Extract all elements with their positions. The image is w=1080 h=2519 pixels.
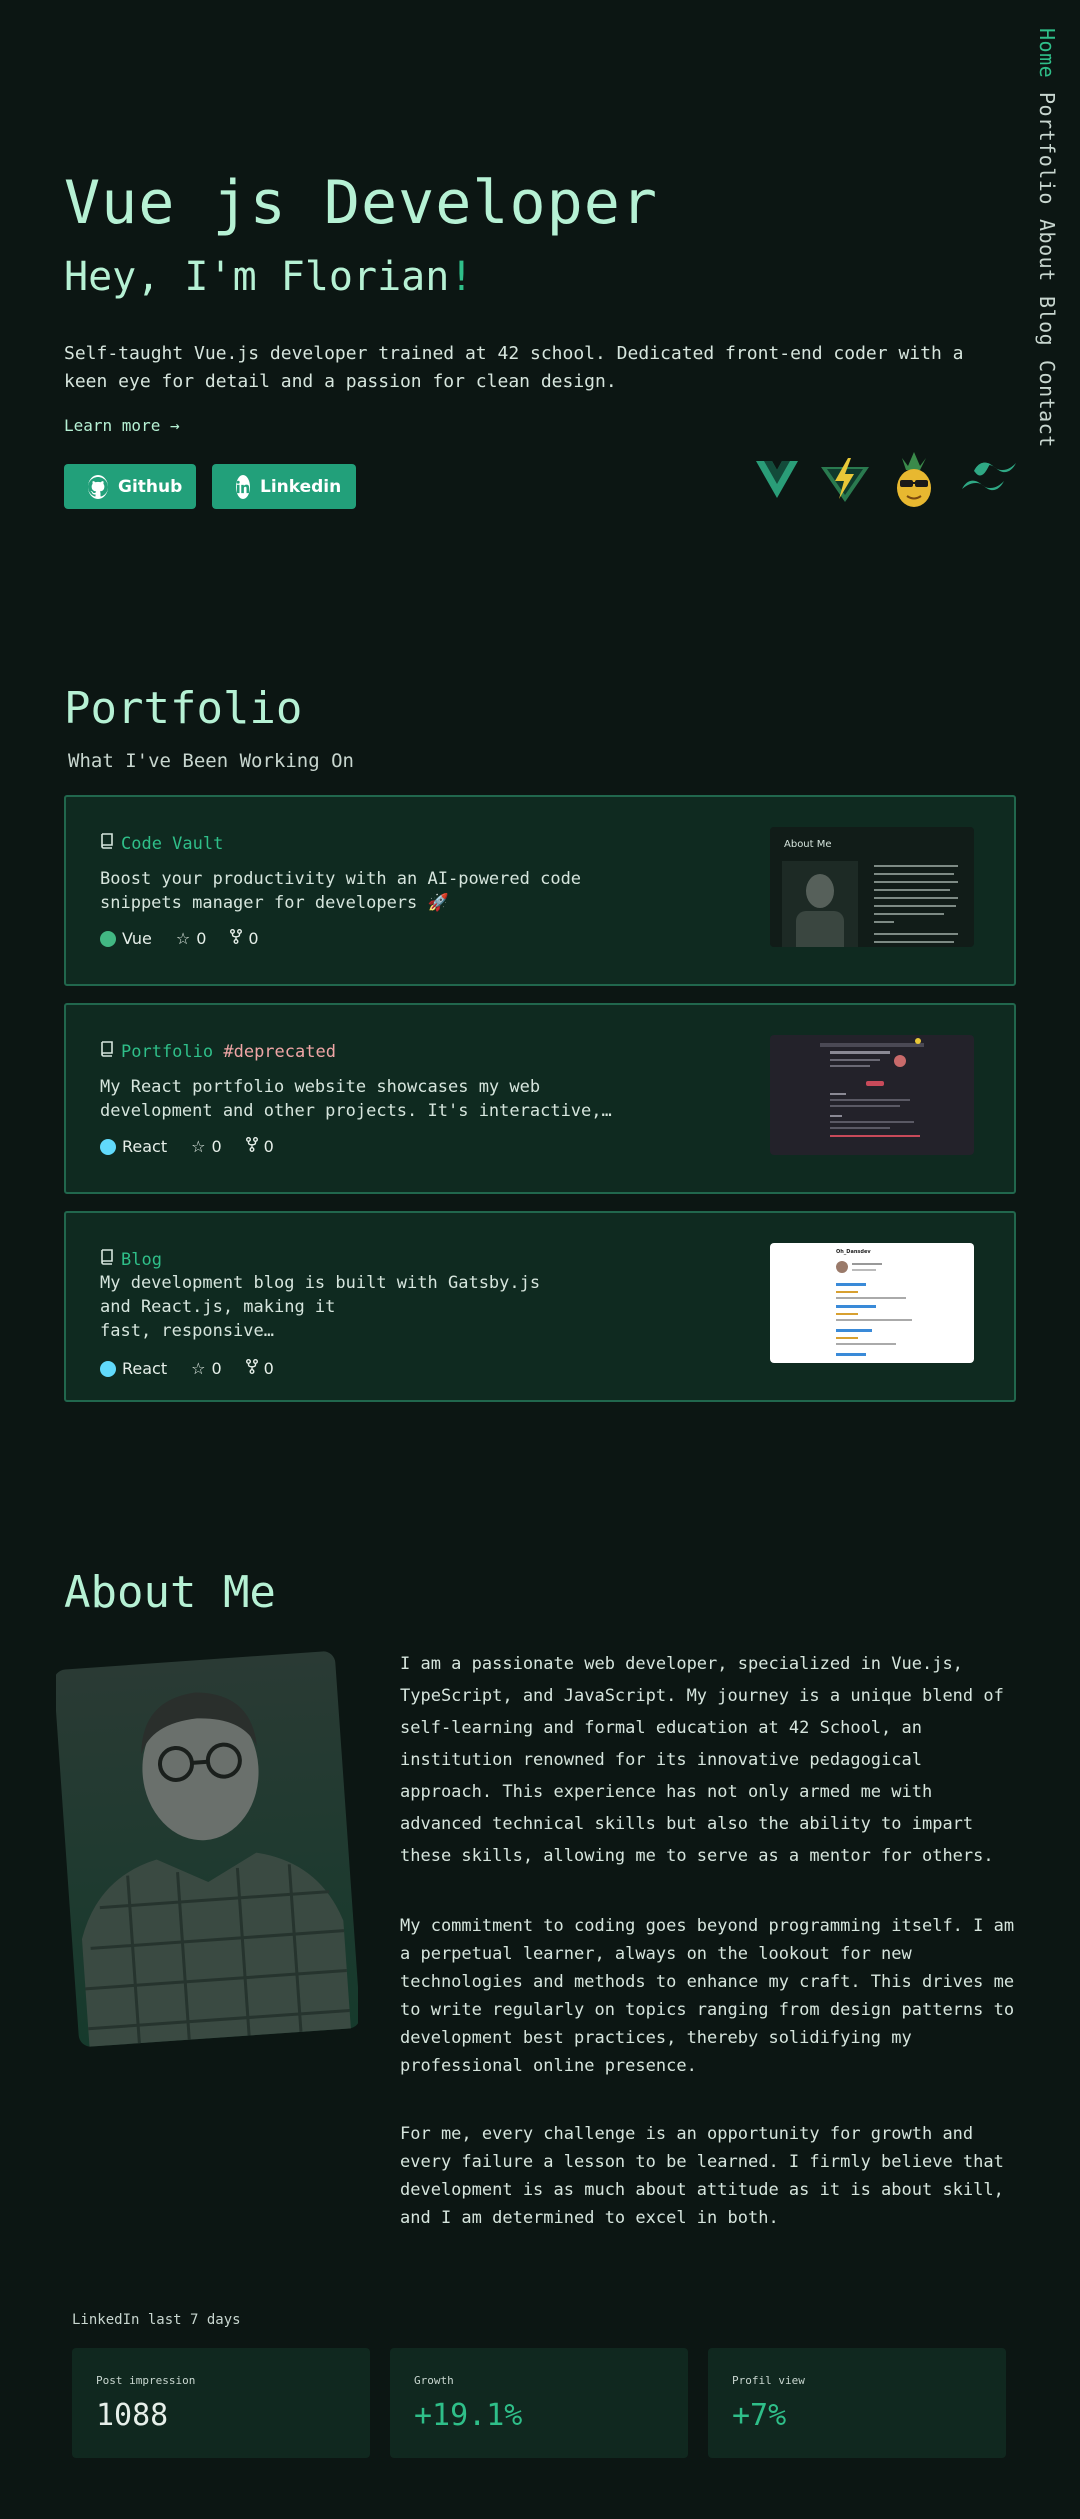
star-count: 0 [196, 929, 207, 948]
fork-count: 0 [263, 1137, 274, 1156]
nav-item-blog[interactable]: Blog [1035, 296, 1059, 346]
project-title[interactable]: Blog [100, 1249, 162, 1270]
project-card-portfolio[interactable]: Portfolio #deprecated My React portfolio… [64, 1003, 1016, 1194]
fork-icon [245, 1359, 258, 1378]
fork-count: 0 [248, 929, 259, 948]
deprecated-tag: #deprecated [223, 1041, 336, 1062]
project-title-text: Blog [121, 1249, 162, 1270]
github-icon [88, 474, 108, 499]
about-paragraph-3: For me, every challenge is an opportunit… [400, 2124, 1004, 2228]
linkedin-icon [236, 474, 250, 499]
stat-label: Growth [414, 2374, 454, 2387]
language-dot [100, 1138, 116, 1155]
vue-icon [756, 461, 798, 503]
project-description: My React portfolio website showcases my … [100, 1077, 612, 1121]
language-label: Vue [122, 929, 152, 948]
thumb-heading: Oh_Dansdev [836, 1249, 871, 1255]
project-title-text: Code Vault [121, 833, 224, 854]
hero-subtitle: Hey, I'm Florian! [64, 254, 473, 300]
portfolio-subtitle: What I've Been Working On [68, 750, 354, 772]
hero-title: Vue js Developer [64, 168, 658, 238]
star-icon: ☆ [191, 1359, 206, 1378]
stat-value: 1088 [96, 2398, 169, 2433]
linkedin-stats-label: LinkedIn last 7 days [72, 2312, 241, 2328]
github-button[interactable]: Github [64, 464, 196, 509]
stat-label: Post impression [96, 2374, 196, 2387]
profile-photo [53, 1650, 361, 2048]
vertical-nav: Home Portfolio About Blog Contact [1035, 28, 1059, 462]
linkedin-button[interactable]: Linkedin [212, 464, 356, 509]
github-button-label: Github [118, 476, 183, 497]
project-thumbnail: About Me [770, 827, 974, 947]
nav-item-about[interactable]: About [1035, 219, 1059, 282]
project-meta: Vue ☆ 0 0 [100, 929, 259, 948]
stat-card-profil-view: Profil view +7% [708, 2348, 1006, 2458]
nav-item-contact[interactable]: Contact [1035, 360, 1059, 448]
fork-count: 0 [263, 1359, 274, 1378]
star-count: 0 [211, 1137, 222, 1156]
star-icon: ☆ [175, 929, 191, 948]
about-title: About Me [64, 1567, 276, 1618]
project-title[interactable]: Portfolio #deprecated [100, 1041, 336, 1062]
star-icon: ☆ [191, 1137, 206, 1156]
hero-subtitle-text: Hey, I'm Florian [64, 254, 450, 300]
repo-icon [100, 833, 115, 854]
hero-subtitle-mark: ! [449, 254, 474, 300]
project-thumbnail: Oh_Dansdev [770, 1243, 974, 1363]
stat-label: Profil view [732, 2374, 805, 2387]
language-label: React [122, 1137, 168, 1156]
linkedin-button-label: Linkedin [260, 476, 342, 497]
star-count: 0 [211, 1359, 222, 1378]
portfolio-title: Portfolio [64, 683, 303, 734]
language-label: React [122, 1359, 168, 1378]
nav-item-portfolio[interactable]: Portfolio [1035, 92, 1059, 205]
stat-value: +19.1% [414, 2398, 523, 2433]
stat-value: +7% [732, 2398, 787, 2433]
stat-card-growth: Growth +19.1% [390, 2348, 688, 2458]
repo-icon [100, 1249, 115, 1270]
project-card-blog[interactable]: Blog My development blog is built with G… [64, 1211, 1016, 1402]
project-title-text: Portfolio [121, 1041, 224, 1062]
language-dot [100, 930, 116, 947]
fork-icon [245, 1137, 258, 1156]
hero-description: Self-taught Vue.js developer trained at … [64, 343, 964, 392]
nav-item-home[interactable]: Home [1035, 28, 1059, 78]
language-dot [100, 1360, 116, 1377]
fork-icon [230, 929, 243, 948]
tailwind-icon [958, 461, 1020, 503]
about-paragraph-2: My commitment to coding goes beyond prog… [400, 1916, 1015, 2076]
project-card-code-vault[interactable]: Code Vault Boost your productivity with … [64, 795, 1016, 986]
project-meta: React ☆ 0 0 [100, 1137, 274, 1156]
project-description: Boost your productivity with an AI-power… [100, 869, 582, 913]
stat-card-post-impression: Post impression 1088 [72, 2348, 370, 2458]
about-paragraph-1: I am a passionate web developer, special… [400, 1654, 1004, 1866]
project-meta: React ☆ 0 0 [100, 1359, 274, 1378]
tech-stack [756, 452, 1020, 512]
project-title[interactable]: Code Vault [100, 833, 223, 854]
repo-icon [100, 1041, 115, 1062]
thumb-heading: About Me [784, 839, 832, 850]
project-description: My development blog is built with Gatsby… [100, 1273, 541, 1341]
vite-icon [820, 457, 870, 507]
learn-more-link[interactable]: Learn more → [64, 416, 180, 435]
project-thumbnail [770, 1035, 974, 1155]
pineapple-avatar-icon [892, 452, 936, 512]
